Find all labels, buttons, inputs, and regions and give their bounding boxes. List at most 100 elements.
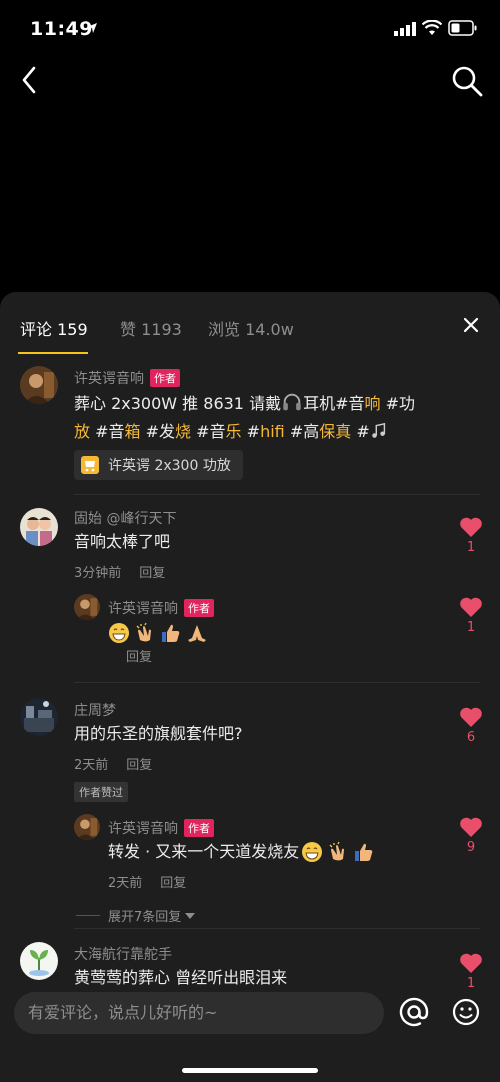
author-badge: 作者 (184, 599, 214, 617)
heart-icon (460, 817, 482, 837)
hashtag-highlight[interactable]: 烧 (175, 422, 191, 441)
reply-button[interactable]: 回复 (126, 758, 152, 773)
wifi-icon (422, 20, 442, 35)
expand-line (76, 915, 100, 916)
avatar[interactable] (20, 942, 58, 980)
search-icon[interactable] (450, 64, 484, 98)
post-text: #音 (90, 422, 125, 441)
reply-button[interactable]: 回复 (139, 566, 165, 581)
chevron-down-icon (185, 912, 196, 919)
avatar[interactable] (74, 594, 100, 620)
status-time: 11:49 (30, 18, 93, 40)
clapping-hands-emoji-icon (136, 622, 151, 642)
folded-hands-emoji-icon (188, 625, 206, 642)
avatar[interactable] (20, 366, 58, 404)
grinning-face-emoji-icon (109, 623, 129, 643)
cellular-signal-icon (394, 22, 416, 36)
avatar[interactable] (20, 698, 58, 736)
reply-author[interactable]: 许英谔音响 作者 (108, 818, 214, 838)
post-text: #音 (191, 422, 226, 441)
close-icon[interactable] (460, 314, 482, 336)
like-count: 9 (466, 840, 476, 855)
like-button[interactable]: 1 (456, 596, 486, 635)
post-content: 葬心 2x300W 推 8631 请戴 耳机#音响 #功放 #音箱 #发烧 #音乐… (74, 390, 434, 446)
mention-at-icon[interactable] (398, 996, 430, 1028)
author-badge: 作者 (184, 819, 214, 837)
expand-replies-button[interactable]: 展开7条回复 (76, 906, 196, 925)
active-tab-indicator (18, 352, 88, 354)
comment-username[interactable]: 固始 @峰行天下 (74, 508, 176, 528)
reply-text: 转发 · 又来一个天道发烧友 (108, 842, 300, 861)
post-text: #功 (380, 394, 416, 413)
heart-icon (460, 517, 482, 537)
reply-meta: 回复 (126, 646, 170, 665)
like-button[interactable]: 1 (456, 516, 486, 555)
battery-icon (448, 20, 477, 36)
comment-tabs: 评论 159 赞 1193 浏览 14.0w (0, 292, 500, 356)
post-text: 葬心 2x300W 推 8631 请戴 (74, 394, 282, 413)
comment-meta: 3分钟前 回复 (74, 562, 183, 581)
emoji-icon[interactable] (452, 998, 480, 1026)
hashtag-highlight[interactable]: 保真 (319, 422, 351, 441)
avatar[interactable] (20, 508, 58, 546)
comment-meta: 2天前 回复 (74, 754, 170, 773)
like-button[interactable]: 1 (456, 952, 486, 991)
post-text: # (241, 422, 261, 441)
hashtag-highlight[interactable]: 放 (74, 422, 90, 441)
comment-username[interactable]: 庄周梦 (74, 700, 116, 720)
reply-text-row: 转发 · 又来一个天道发烧友 (108, 838, 375, 866)
hashtag-highlight[interactable]: hifi (260, 422, 285, 441)
hashtag-highlight[interactable]: 乐 (226, 422, 242, 441)
comment-text: 用的乐圣的旗舰套件吧? (74, 724, 243, 743)
reply-author-name[interactable]: 许英谔音响 (108, 601, 178, 617)
status-bar: 11:49 (0, 0, 500, 60)
heart-icon (460, 707, 482, 727)
reply-button[interactable]: 回复 (160, 876, 186, 891)
thumbs-up-emoji-icon (355, 843, 373, 861)
comment-text: 音响太棒了吧 (74, 532, 171, 551)
reply-meta: 2天前 回复 (108, 872, 204, 891)
reply-author[interactable]: 许英谔音响 作者 (108, 598, 214, 618)
tab-comments[interactable]: 评论 159 (20, 316, 88, 340)
divider (74, 928, 480, 929)
post-author[interactable]: 许英谔音响 作者 (74, 368, 180, 388)
avatar[interactable] (74, 814, 100, 840)
post-author-name[interactable]: 许英谔音响 (74, 371, 144, 387)
comment-input-bar (0, 988, 500, 1082)
post-text: #发 (140, 422, 176, 441)
post-text: # (351, 422, 370, 441)
like-button[interactable]: 9 (456, 816, 486, 855)
heart-icon (460, 953, 482, 973)
reply-author-name[interactable]: 许英谔音响 (108, 821, 178, 837)
product-chip[interactable]: 许英谔 2x300 功放 (74, 450, 243, 480)
reply-emoji-row (108, 622, 208, 644)
tab-likes[interactable]: 赞 1193 (120, 316, 182, 340)
clapping-hands-emoji-icon (329, 841, 345, 861)
expand-replies-label: 展开7条回复 (108, 910, 182, 925)
hashtag-highlight[interactable]: 响 (365, 394, 381, 413)
comment-username[interactable]: 大海航行靠舵手 (74, 944, 172, 964)
like-count: 6 (466, 730, 476, 745)
home-indicator (182, 1068, 318, 1073)
like-button[interactable]: 6 (456, 706, 486, 745)
divider (74, 682, 480, 683)
comment-time: 2天前 (74, 758, 109, 773)
reply-time: 2天前 (108, 876, 143, 891)
reply-button[interactable]: 回复 (126, 650, 152, 665)
thumbs-up-emoji-icon (162, 624, 180, 642)
comment-sheet: 评论 159 赞 1193 浏览 14.0w 许英谔音响 作者 葬心 2x300W… (0, 292, 500, 1082)
author-badge: 作者 (150, 369, 180, 387)
tab-views[interactable]: 浏览 14.0w (208, 316, 294, 340)
like-count: 1 (466, 620, 476, 635)
music-note-icon (372, 422, 385, 438)
like-count: 1 (466, 540, 476, 555)
author-liked-badge: 作者赞过 (74, 782, 128, 802)
product-chip-label: 许英谔 2x300 功放 (108, 458, 231, 474)
comment-time: 3分钟前 (74, 566, 122, 581)
headphones-icon (283, 393, 301, 411)
back-icon[interactable] (16, 62, 44, 98)
post-text: 耳机#音 (303, 394, 365, 413)
comment-input[interactable] (14, 992, 384, 1034)
hashtag-highlight[interactable]: 箱 (125, 422, 141, 441)
post-text: #高 (284, 422, 320, 441)
